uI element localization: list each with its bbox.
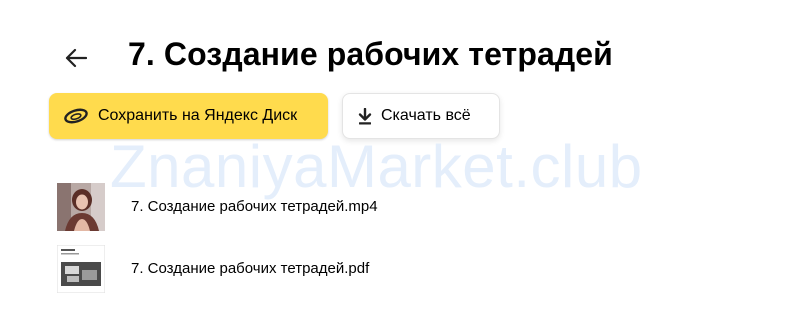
download-all-button[interactable]: Скачать всё — [342, 93, 500, 139]
pdf-thumbnail — [57, 245, 105, 293]
video-thumbnail — [57, 183, 105, 231]
file-row-video[interactable]: 7. Создание рабочих тетрадей.mp4 — [40, 177, 760, 237]
yandex-disk-icon — [64, 108, 88, 124]
back-button[interactable] — [58, 40, 94, 76]
file-name: 7. Создание рабочих тетрадей.pdf — [131, 260, 370, 277]
page-title: 7. Создание рабочих тетрадей — [128, 36, 613, 72]
save-to-yandex-disk-button[interactable]: Сохранить на Яндекс Диск — [49, 93, 328, 139]
file-name: 7. Создание рабочих тетрадей.mp4 — [131, 198, 378, 215]
arrow-left-icon — [65, 48, 87, 68]
download-button-label: Скачать всё — [381, 107, 471, 124]
save-button-label: Сохранить на Яндекс Диск — [98, 107, 298, 124]
download-icon — [358, 107, 372, 124]
file-row-pdf[interactable]: 7. Создание рабочих тетрадей.pdf — [40, 239, 760, 299]
